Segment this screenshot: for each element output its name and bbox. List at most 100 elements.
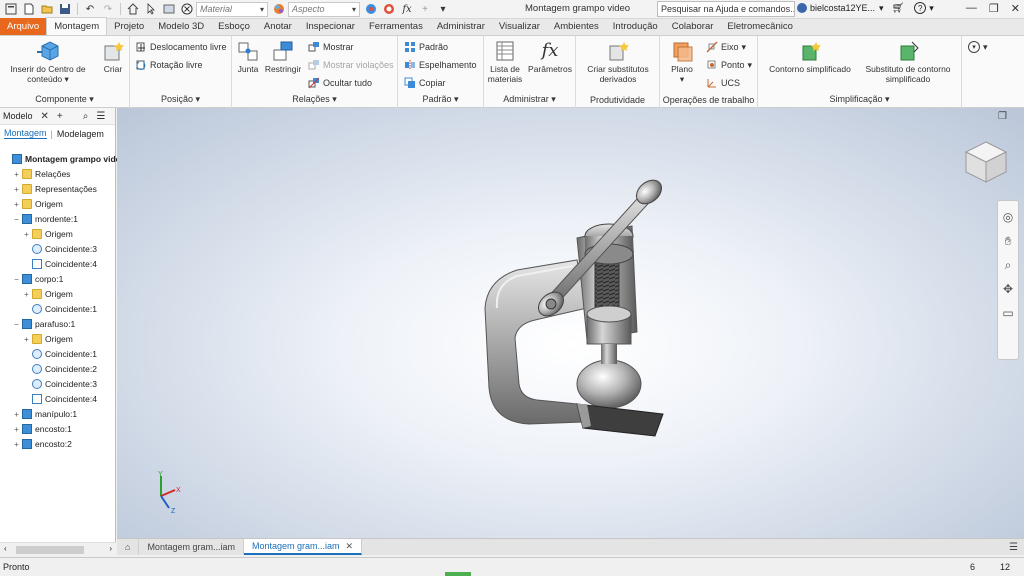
tab-projeto[interactable]: Projeto bbox=[107, 18, 151, 35]
app-menu-icon[interactable] bbox=[4, 2, 18, 16]
save-icon[interactable] bbox=[58, 2, 72, 16]
free-rotate-button[interactable]: Rotação livre bbox=[135, 59, 203, 71]
tree-node[interactable]: + Origem bbox=[23, 227, 73, 241]
tree-node[interactable]: − parafuso:1 bbox=[13, 317, 75, 331]
open-folder-icon[interactable] bbox=[40, 2, 54, 16]
panel-title-componente[interactable]: Componente ▾ bbox=[0, 94, 129, 105]
tree-node[interactable]: − corpo:1 bbox=[13, 272, 63, 286]
scroll-thumb[interactable] bbox=[16, 546, 84, 554]
restore-icon[interactable]: ❐ bbox=[989, 2, 999, 15]
tab-ferramentas[interactable]: Ferramentas bbox=[362, 18, 430, 35]
material-dropdown[interactable]: Material ▾ bbox=[196, 1, 268, 17]
clear-appearance-icon[interactable] bbox=[382, 2, 396, 16]
close-icon[interactable]: ✕ bbox=[1011, 2, 1020, 15]
close-icon[interactable]: ✕ bbox=[346, 541, 354, 552]
tab-list-icon[interactable]: ☰ bbox=[1009, 542, 1018, 553]
tree-node[interactable]: + encosto:2 bbox=[13, 437, 72, 451]
tree-node[interactable]: Coincidente:3 bbox=[23, 377, 97, 391]
add-icon[interactable]: + bbox=[57, 111, 63, 122]
show-violations-button[interactable]: Mostrar violações bbox=[308, 59, 394, 71]
graphics-viewport[interactable]: ❐ ◎ ✋︎ ⌕ ✥ ▭ Y X Z bbox=[117, 108, 1024, 538]
expand-icon[interactable]: + bbox=[23, 290, 30, 299]
tree-node[interactable]: Coincidente:4 bbox=[23, 257, 97, 271]
expand-icon[interactable]: + bbox=[13, 170, 20, 179]
create-derived-substitutes-button[interactable]: Criar substitutos derivados bbox=[580, 40, 656, 84]
panel-title-padrao[interactable]: Padrão ▾ bbox=[398, 94, 483, 105]
tree-node[interactable]: Coincidente:4 bbox=[23, 392, 97, 406]
scroll-right-icon[interactable]: › bbox=[109, 544, 112, 553]
bill-of-materials-button[interactable]: Lista de materiais bbox=[486, 40, 524, 84]
work-plane-button[interactable]: Plano ▾ bbox=[664, 40, 700, 84]
expand-icon[interactable]: + bbox=[23, 230, 30, 239]
expand-icon[interactable]: + bbox=[13, 440, 20, 449]
mirror-button[interactable]: Espelhamento bbox=[404, 59, 477, 71]
tab-eletromecanico[interactable]: Eletromecânico bbox=[720, 18, 799, 35]
close-icon[interactable]: ✕ bbox=[41, 111, 49, 122]
search-icon[interactable]: ⌕ bbox=[83, 111, 89, 122]
tree-node[interactable]: + Relações bbox=[13, 167, 70, 181]
tab-colaborar[interactable]: Colaborar bbox=[665, 18, 721, 35]
tab-montagem[interactable]: Montagem bbox=[46, 17, 108, 35]
tab-anotar[interactable]: Anotar bbox=[257, 18, 299, 35]
cart-icon[interactable]: 🛒︎ bbox=[892, 3, 905, 14]
redo-icon[interactable]: ↷ bbox=[101, 2, 115, 16]
plus-icon[interactable]: + bbox=[418, 2, 432, 16]
panel-title-relacoes[interactable]: Relações ▾ bbox=[232, 94, 397, 105]
panel-title-simplificacao[interactable]: Simplificação ▾ bbox=[758, 94, 961, 105]
help-icon[interactable]: ? bbox=[914, 2, 927, 14]
tab-introducao[interactable]: Introdução bbox=[606, 18, 665, 35]
tab-modelo-3d[interactable]: Modelo 3D bbox=[151, 18, 211, 35]
parameters-button[interactable]: fx Parâmetros bbox=[526, 40, 574, 74]
expand-icon[interactable]: + bbox=[13, 425, 20, 434]
tree-node[interactable]: + Origem bbox=[23, 332, 73, 346]
update-icon[interactable] bbox=[162, 2, 176, 16]
tab-montagem-browser[interactable]: Montagem bbox=[4, 128, 47, 139]
tree-node[interactable]: + Representações bbox=[13, 182, 97, 196]
panel-title-administrar[interactable]: Administrar ▾ bbox=[484, 94, 575, 105]
collapse-icon[interactable]: − bbox=[13, 215, 20, 224]
insert-content-center-button[interactable]: Inserir do Centro de conteúdo ▾ bbox=[4, 40, 92, 84]
constrain-button[interactable]: Restringir bbox=[262, 40, 304, 74]
clamp-model[interactable] bbox=[117, 108, 1024, 538]
expand-icon[interactable]: + bbox=[23, 335, 30, 344]
ribbon-options-button[interactable]: ▾ ▾ bbox=[968, 41, 988, 53]
tab-inspecionar[interactable]: Inspecionar bbox=[299, 18, 362, 35]
document-tab-active[interactable]: Montagem gram...iam ✕ bbox=[243, 539, 363, 555]
customize-chevron-icon[interactable]: ▾ bbox=[436, 2, 450, 16]
expand-icon[interactable]: + bbox=[13, 410, 20, 419]
help-search-input[interactable]: Pesquisar na Ajuda e comandos... bbox=[657, 1, 795, 17]
user-account[interactable]: bielcosta12YE... ▾ 🛒︎ ? ▾ bbox=[797, 2, 934, 14]
expand-icon[interactable]: + bbox=[13, 200, 20, 209]
pattern-button[interactable]: Padrão bbox=[404, 41, 448, 53]
collapse-icon[interactable]: − bbox=[13, 275, 20, 284]
tree-node[interactable]: + encosto:1 bbox=[13, 422, 72, 436]
ucs-button[interactable]: UCS bbox=[706, 77, 740, 89]
expand-icon[interactable]: + bbox=[13, 185, 20, 194]
work-point-button[interactable]: Ponto ▾ bbox=[706, 59, 752, 71]
hide-all-button[interactable]: Ocultar tudo bbox=[308, 77, 372, 89]
tree-node[interactable]: Montagem grampo video bbox=[3, 152, 126, 166]
collapse-icon[interactable]: − bbox=[13, 320, 20, 329]
tree-node[interactable]: − mordente:1 bbox=[13, 212, 78, 226]
home-icon[interactable] bbox=[126, 2, 140, 16]
browser-scrollbar[interactable]: ‹ › bbox=[0, 542, 116, 556]
panel-title-posicao[interactable]: Posição ▾ bbox=[130, 94, 231, 105]
cancel-circle-icon[interactable] bbox=[180, 2, 194, 16]
tree-node[interactable]: + Origem bbox=[13, 197, 63, 211]
chevron-down-icon[interactable]: ▾ bbox=[929, 3, 934, 14]
tab-arquivo[interactable]: Arquivo bbox=[0, 18, 47, 35]
tree-node[interactable]: Coincidente:3 bbox=[23, 242, 97, 256]
scroll-left-icon[interactable]: ‹ bbox=[4, 544, 7, 553]
copy-button[interactable]: Copiar bbox=[404, 77, 446, 89]
tree-node[interactable]: + Origem bbox=[23, 287, 73, 301]
work-axis-button[interactable]: Eixo ▾ bbox=[706, 41, 746, 53]
simplified-shrinkwrap-button[interactable]: Contorno simplificado bbox=[762, 40, 858, 74]
shrinkwrap-substitute-button[interactable]: Substituto de contorno simplificado bbox=[858, 40, 958, 84]
new-file-icon[interactable] bbox=[22, 2, 36, 16]
color-override-icon[interactable] bbox=[364, 2, 378, 16]
joint-button[interactable]: Junta bbox=[234, 40, 262, 74]
select-icon[interactable] bbox=[144, 2, 158, 16]
menu-icon[interactable]: ☰ bbox=[96, 111, 105, 122]
tab-administrar[interactable]: Administrar bbox=[430, 18, 492, 35]
tree-node[interactable]: Coincidente:1 bbox=[23, 347, 97, 361]
